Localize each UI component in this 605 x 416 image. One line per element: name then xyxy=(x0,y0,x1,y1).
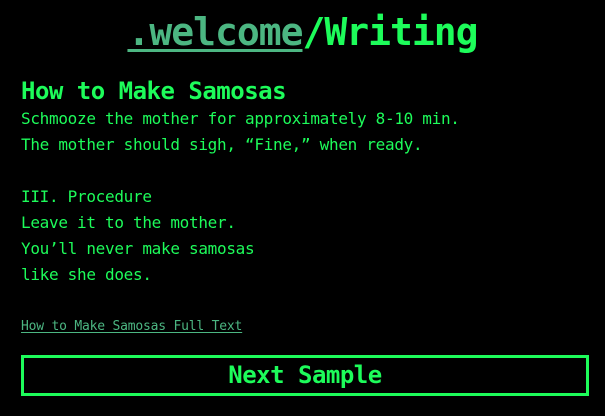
sample-line: Leave it to the mother. xyxy=(21,213,236,232)
next-sample-button[interactable]: Next Sample xyxy=(21,355,589,396)
section-title: Writing xyxy=(324,10,478,54)
full-text-link[interactable]: How to Make Samosas Full Text xyxy=(21,318,242,336)
sample-title: How to Make Samosas xyxy=(21,77,287,105)
sample-line: like she does. xyxy=(21,265,152,284)
sample-line: Schmooze the mother for approximately 8-… xyxy=(21,109,460,128)
writing-sample: How to Make Samosas Schmooze the mother … xyxy=(21,76,591,288)
page-header: .welcome/Writing xyxy=(0,8,605,56)
page: .welcome/Writing How to Make Samosas Sch… xyxy=(0,0,605,416)
sample-line: You’ll never make samosas xyxy=(21,239,255,258)
sample-blank-line xyxy=(21,158,591,184)
home-link[interactable]: .welcome xyxy=(127,10,303,54)
sample-line: The mother should sigh, “Fine,” when rea… xyxy=(21,135,423,154)
breadcrumb-separator: / xyxy=(302,10,325,54)
sample-line: III. Procedure xyxy=(21,187,152,206)
